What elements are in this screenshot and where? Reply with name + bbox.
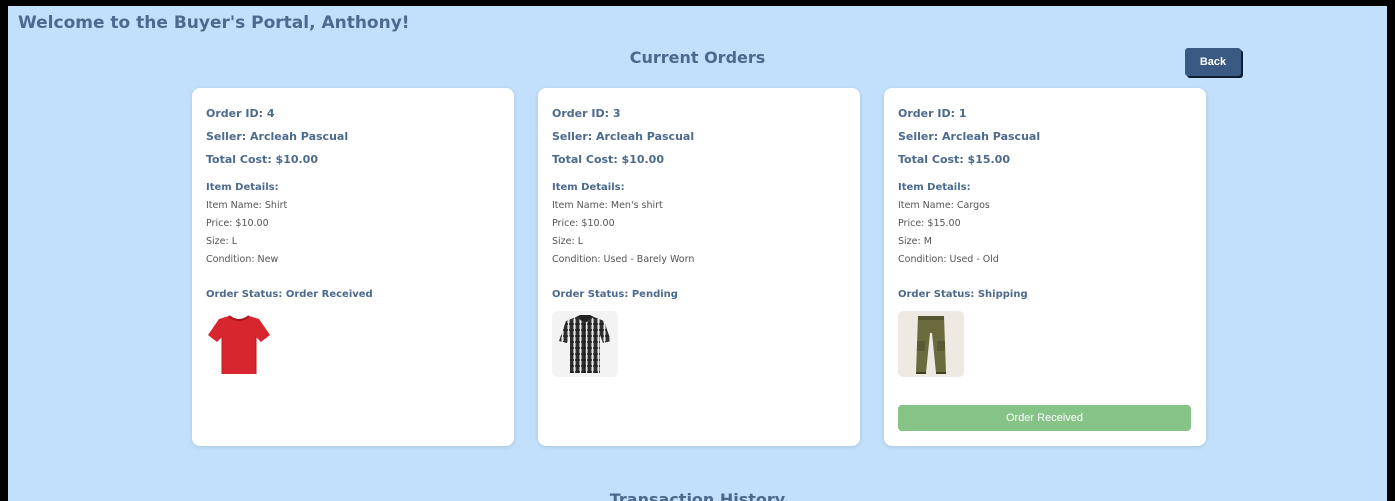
cargo-pants-icon [916,316,946,374]
plaid-shirt-icon [559,315,611,373]
item-size: Size: L [552,236,584,247]
order-status: Order Status: Shipping [898,289,1028,300]
item-details-label: Item Details: [552,182,625,193]
item-image [898,311,964,377]
total-cost: Total Cost: $15.00 [898,153,1010,166]
item-condition: Condition: New [206,254,279,265]
back-button[interactable]: Back [1185,48,1241,76]
total-cost: Total Cost: $10.00 [206,153,318,166]
order-id: Order ID: 1 [898,107,967,120]
item-condition: Condition: Used - Old [898,254,999,265]
order-card: Order ID: 3 Seller: Arcleah Pascual Tota… [538,88,860,446]
seller-name: Seller: Arcleah Pascual [552,130,695,143]
welcome-heading: Welcome to the Buyer's Portal, Anthony! [18,13,410,33]
item-size: Size: M [898,236,932,247]
item-name: Item Name: Cargos [898,200,990,211]
item-details-label: Item Details: [206,182,279,193]
red-tshirt-icon [208,315,270,374]
buyer-portal-page: Welcome to the Buyer's Portal, Anthony! … [8,6,1387,501]
item-name: Item Name: Shirt [206,200,288,211]
total-cost: Total Cost: $10.00 [552,153,664,166]
item-image [552,311,618,377]
order-status: Order Status: Pending [552,289,678,300]
seller-name: Seller: Arcleah Pascual [898,130,1041,143]
item-details-label: Item Details: [898,182,971,193]
item-name: Item Name: Men's shirt [552,200,663,211]
current-orders-title: Current Orders [629,48,766,67]
order-card: Order ID: 1 Seller: Arcleah Pascual Tota… [884,88,1206,446]
item-condition: Condition: Used - Barely Worn [552,254,695,265]
item-image [206,311,272,377]
order-card: Order ID: 4 Seller: Arcleah Pascual Tota… [192,88,514,446]
order-id: Order ID: 3 [552,107,621,120]
seller-name: Seller: Arcleah Pascual [206,130,349,143]
order-received-button[interactable]: Order Received [898,405,1191,431]
item-price: Price: $15.00 [898,218,961,229]
item-size: Size: L [206,236,238,247]
item-price: Price: $10.00 [552,218,615,229]
item-price: Price: $10.00 [206,218,269,229]
transaction-history-title: Transaction History [609,490,786,501]
order-id: Order ID: 4 [206,107,275,120]
order-status: Order Status: Order Received [206,289,373,300]
